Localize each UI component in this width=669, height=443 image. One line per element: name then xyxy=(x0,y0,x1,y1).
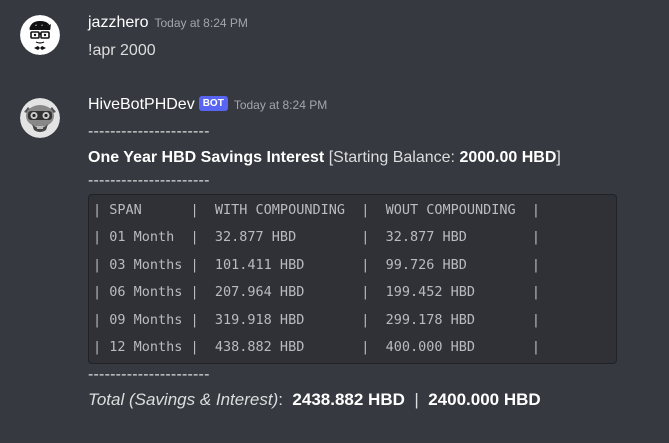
divider-line-top: ---------------------- xyxy=(88,123,210,140)
report-title: One Year HBD Savings Interest [Starting … xyxy=(88,147,659,169)
message-header: HiveBotPHDev BOT Today at 8:24 PM xyxy=(88,94,659,116)
user-avatar-icon xyxy=(20,15,60,55)
divider-line-bottom: ---------------------- xyxy=(88,366,210,384)
total-line: Total (Savings & Interest): 2438.882 HBD… xyxy=(88,389,659,411)
table-row: | 09 Months | 319.918 HBD | 299.178 HBD … xyxy=(93,311,541,328)
report-title-close: ] xyxy=(556,149,561,166)
table-row: | 01 Month | 32.877 HBD | 32.877 HBD | xyxy=(93,229,541,246)
message-jazzhero: jazzhero Today at 8:24 PM !apr 2000 xyxy=(0,12,669,62)
user-avatar[interactable] xyxy=(20,15,60,55)
username[interactable]: jazzhero xyxy=(88,14,148,31)
table-row: | 03 Months | 101.411 HBD | 99.726 HBD | xyxy=(93,256,541,273)
total-colon: : xyxy=(278,390,293,410)
bot-tag-badge: BOT xyxy=(198,96,228,111)
table-row: | SPAN | WITH COMPOUNDING | WOUT COMPOUN… xyxy=(93,202,541,218)
divider-line-mid: ---------------------- xyxy=(88,172,210,189)
table-row: | 12 Months | 438.882 HBD | 400.000 HBD … xyxy=(93,338,541,355)
bot-avatar[interactable] xyxy=(20,98,60,138)
total-separator: | xyxy=(404,390,429,410)
bot-username[interactable]: HiveBotPHDev xyxy=(88,96,195,113)
message-hivebot: HiveBotPHDev BOT Today at 8:24 PM --------… xyxy=(0,94,669,434)
starting-balance-value: 2000.00 HBD xyxy=(459,149,557,166)
message-text: !apr 2000 xyxy=(88,42,156,59)
message-header: jazzhero Today at 8:24 PM xyxy=(88,12,659,34)
timestamp[interactable]: Today at 8:24 PM xyxy=(234,98,327,112)
total-with-compounding: 2438.882 HBD xyxy=(292,390,405,410)
total-label: Total (Savings & Interest) xyxy=(88,390,279,410)
total-without-compounding: 2400.000 HBD xyxy=(428,390,541,410)
bot-avatar-icon xyxy=(20,98,60,138)
table-row: | 06 Months | 207.964 HBD | 199.452 HBD … xyxy=(93,284,541,301)
savings-table-code-block: | SPAN | WITH COMPOUNDING | WOUT COMPOUN… xyxy=(88,194,617,365)
report-title-bold: One Year HBD Savings Interest xyxy=(88,149,325,166)
timestamp[interactable]: Today at 8:24 PM xyxy=(154,16,247,30)
report-title-open: [Starting Balance: xyxy=(324,149,460,166)
